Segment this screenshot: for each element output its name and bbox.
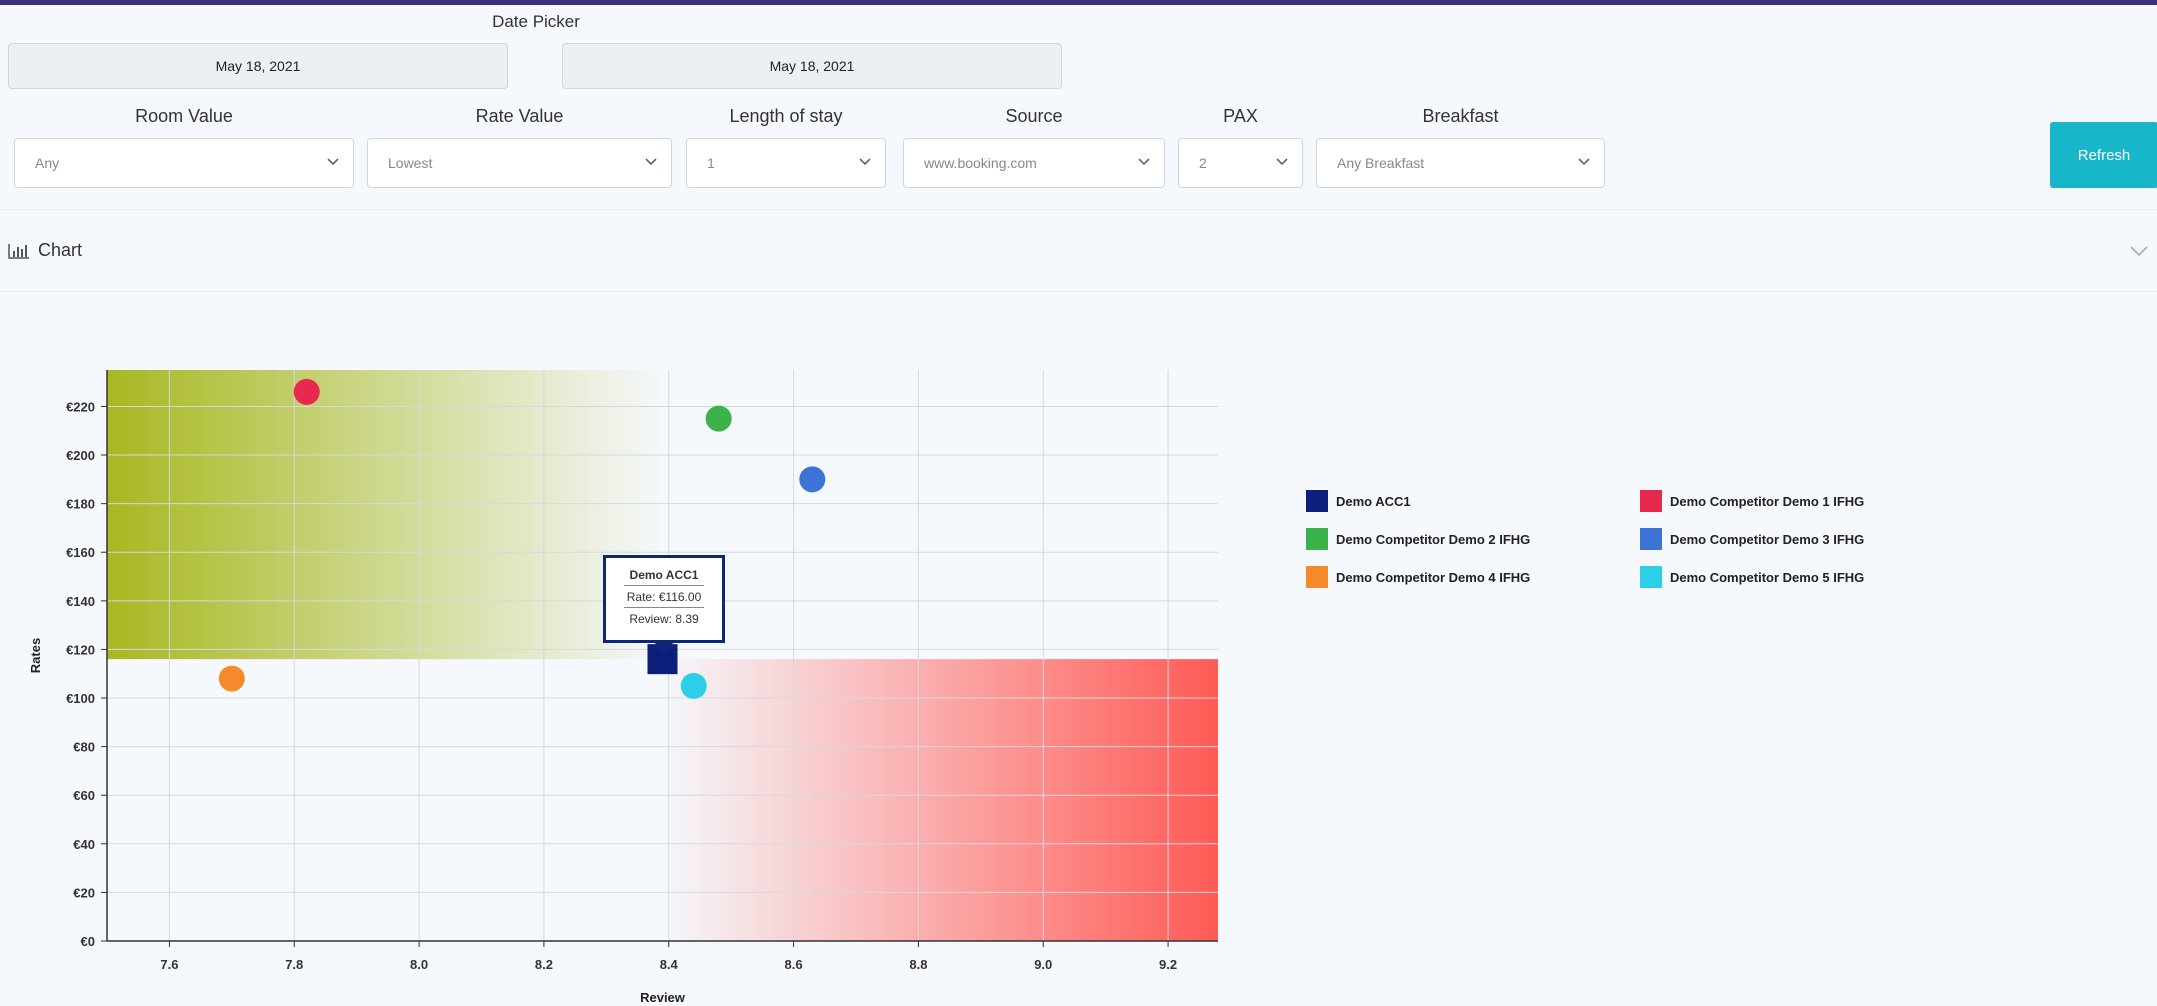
breakfast-select[interactable]: Any Breakfast [1316,138,1605,188]
data-point [705,405,732,432]
y-tick-label: €200 [66,448,95,463]
y-tick-label: €60 [73,788,95,803]
x-tick-label: 8.6 [785,957,803,972]
legend-label: Demo Competitor Demo 3 IFHG [1670,531,1865,547]
data-point [799,466,826,493]
x-tick-label: 8.4 [660,957,679,972]
chevron-down-icon [1578,158,1590,166]
chevron-down-icon[interactable] [2129,244,2149,258]
x-tick-label: 9.0 [1034,957,1052,972]
chart-section-header[interactable]: Chart [8,240,82,261]
chevron-down-icon [1276,158,1288,166]
x-tick-label: 8.8 [909,957,927,972]
scatter-chart: 7.6 7.8 8.0 8.2 8.4 8.6 8.8 9.0 9.2 €0 €20 €40 €60 €8… [28,370,1218,1005]
breakfast-label: Breakfast [1422,106,1499,126]
legend-item[interactable]: Demo ACC1 [1306,490,1411,512]
legend-item[interactable]: Demo Competitor Demo 1 IFHG [1640,490,1864,512]
end-date-input[interactable]: May 18, 2021 [562,43,1062,89]
chevron-down-icon [859,158,871,166]
x-tick-label: 8.2 [535,957,553,972]
top-accent-bar [0,0,2157,5]
length-of-stay-select[interactable]: 1 [686,138,886,188]
legend-swatch [1640,528,1662,550]
x-tick-label: 9.2 [1159,957,1177,972]
y-tick-label: €220 [66,399,95,414]
chart-section-title: Chart [38,240,83,260]
filter-divider [0,209,2157,210]
legend-item[interactable]: Demo Competitor Demo 3 IFHG [1640,528,1864,550]
legend-swatch [1306,566,1328,588]
room-value-select[interactable]: Any [14,138,354,188]
legend-swatch [1640,566,1662,588]
pax-value: 2 [1199,155,1207,171]
chart-header-divider [0,291,2157,292]
legend-label: Demo ACC1 [1336,493,1411,509]
x-axis-label: Review [640,990,686,1005]
data-point-tooltip: Demo ACC1 Rate: €116.00 Review: 8.39 [603,555,725,654]
y-tick-label: €140 [66,594,95,609]
chevron-down-icon [1138,158,1150,166]
y-tick-label: €80 [73,740,95,755]
legend-item[interactable]: Demo Competitor Demo 5 IFHG [1640,566,1864,588]
date-picker-label: Date Picker [492,12,580,31]
room-value-value: Any [35,155,60,171]
length-of-stay-value: 1 [707,155,715,171]
y-axis-label: Rates [28,638,43,673]
y-tick-label: €100 [66,691,95,706]
chevron-down-icon [327,158,339,166]
legend-label: Demo Competitor Demo 5 IFHG [1670,569,1865,585]
legend-swatch [1640,490,1662,512]
y-tick-label: €0 [81,934,95,949]
legend-swatch [1306,490,1328,512]
x-tick-label: 7.8 [285,957,303,972]
breakfast-value: Any Breakfast [1337,155,1425,171]
legend-item[interactable]: Demo Competitor Demo 4 IFHG [1306,566,1530,588]
tooltip-rate: Rate: €116.00 [624,590,704,608]
x-tick-label: 7.6 [160,957,178,972]
legend-item[interactable]: Demo Competitor Demo 2 IFHG [1306,528,1530,550]
data-point [293,378,320,405]
rate-value-label: Rate Value [475,106,564,126]
source-value: www.booking.com [924,155,1037,171]
legend-label: Demo Competitor Demo 1 IFHG [1670,493,1865,509]
y-tick-label: €180 [66,497,95,512]
legend-label: Demo Competitor Demo 2 IFHG [1336,531,1531,547]
zone-low-rate [662,659,1218,941]
source-select[interactable]: www.booking.com [903,138,1165,188]
bar-chart-icon [8,243,29,259]
pax-label: PAX [1223,106,1258,126]
data-point [680,672,707,699]
room-value-label: Room Value [135,106,233,126]
legend-swatch [1306,528,1328,550]
rate-value-select[interactable]: Lowest [367,138,672,188]
y-tick-label: €40 [73,837,95,852]
tooltip-review: Review: 8.39 [629,612,699,626]
y-tick-label: €20 [73,885,95,900]
length-of-stay-label: Length of stay [729,106,843,126]
chevron-down-icon [645,158,657,166]
y-tick-label: €120 [66,642,95,657]
source-label: Source [1005,106,1063,126]
pax-select[interactable]: 2 [1178,138,1303,188]
refresh-button[interactable]: Refresh [2050,122,2157,188]
x-tick-label: 8.0 [410,957,428,972]
legend-label: Demo Competitor Demo 4 IFHG [1336,569,1531,585]
tooltip-name: Demo ACC1 [624,568,704,586]
zone-high-rate [107,370,663,660]
y-tick-label: €160 [66,545,95,560]
data-point [218,665,245,692]
start-date-input[interactable]: May 18, 2021 [8,43,508,89]
rate-value-value: Lowest [388,155,433,171]
